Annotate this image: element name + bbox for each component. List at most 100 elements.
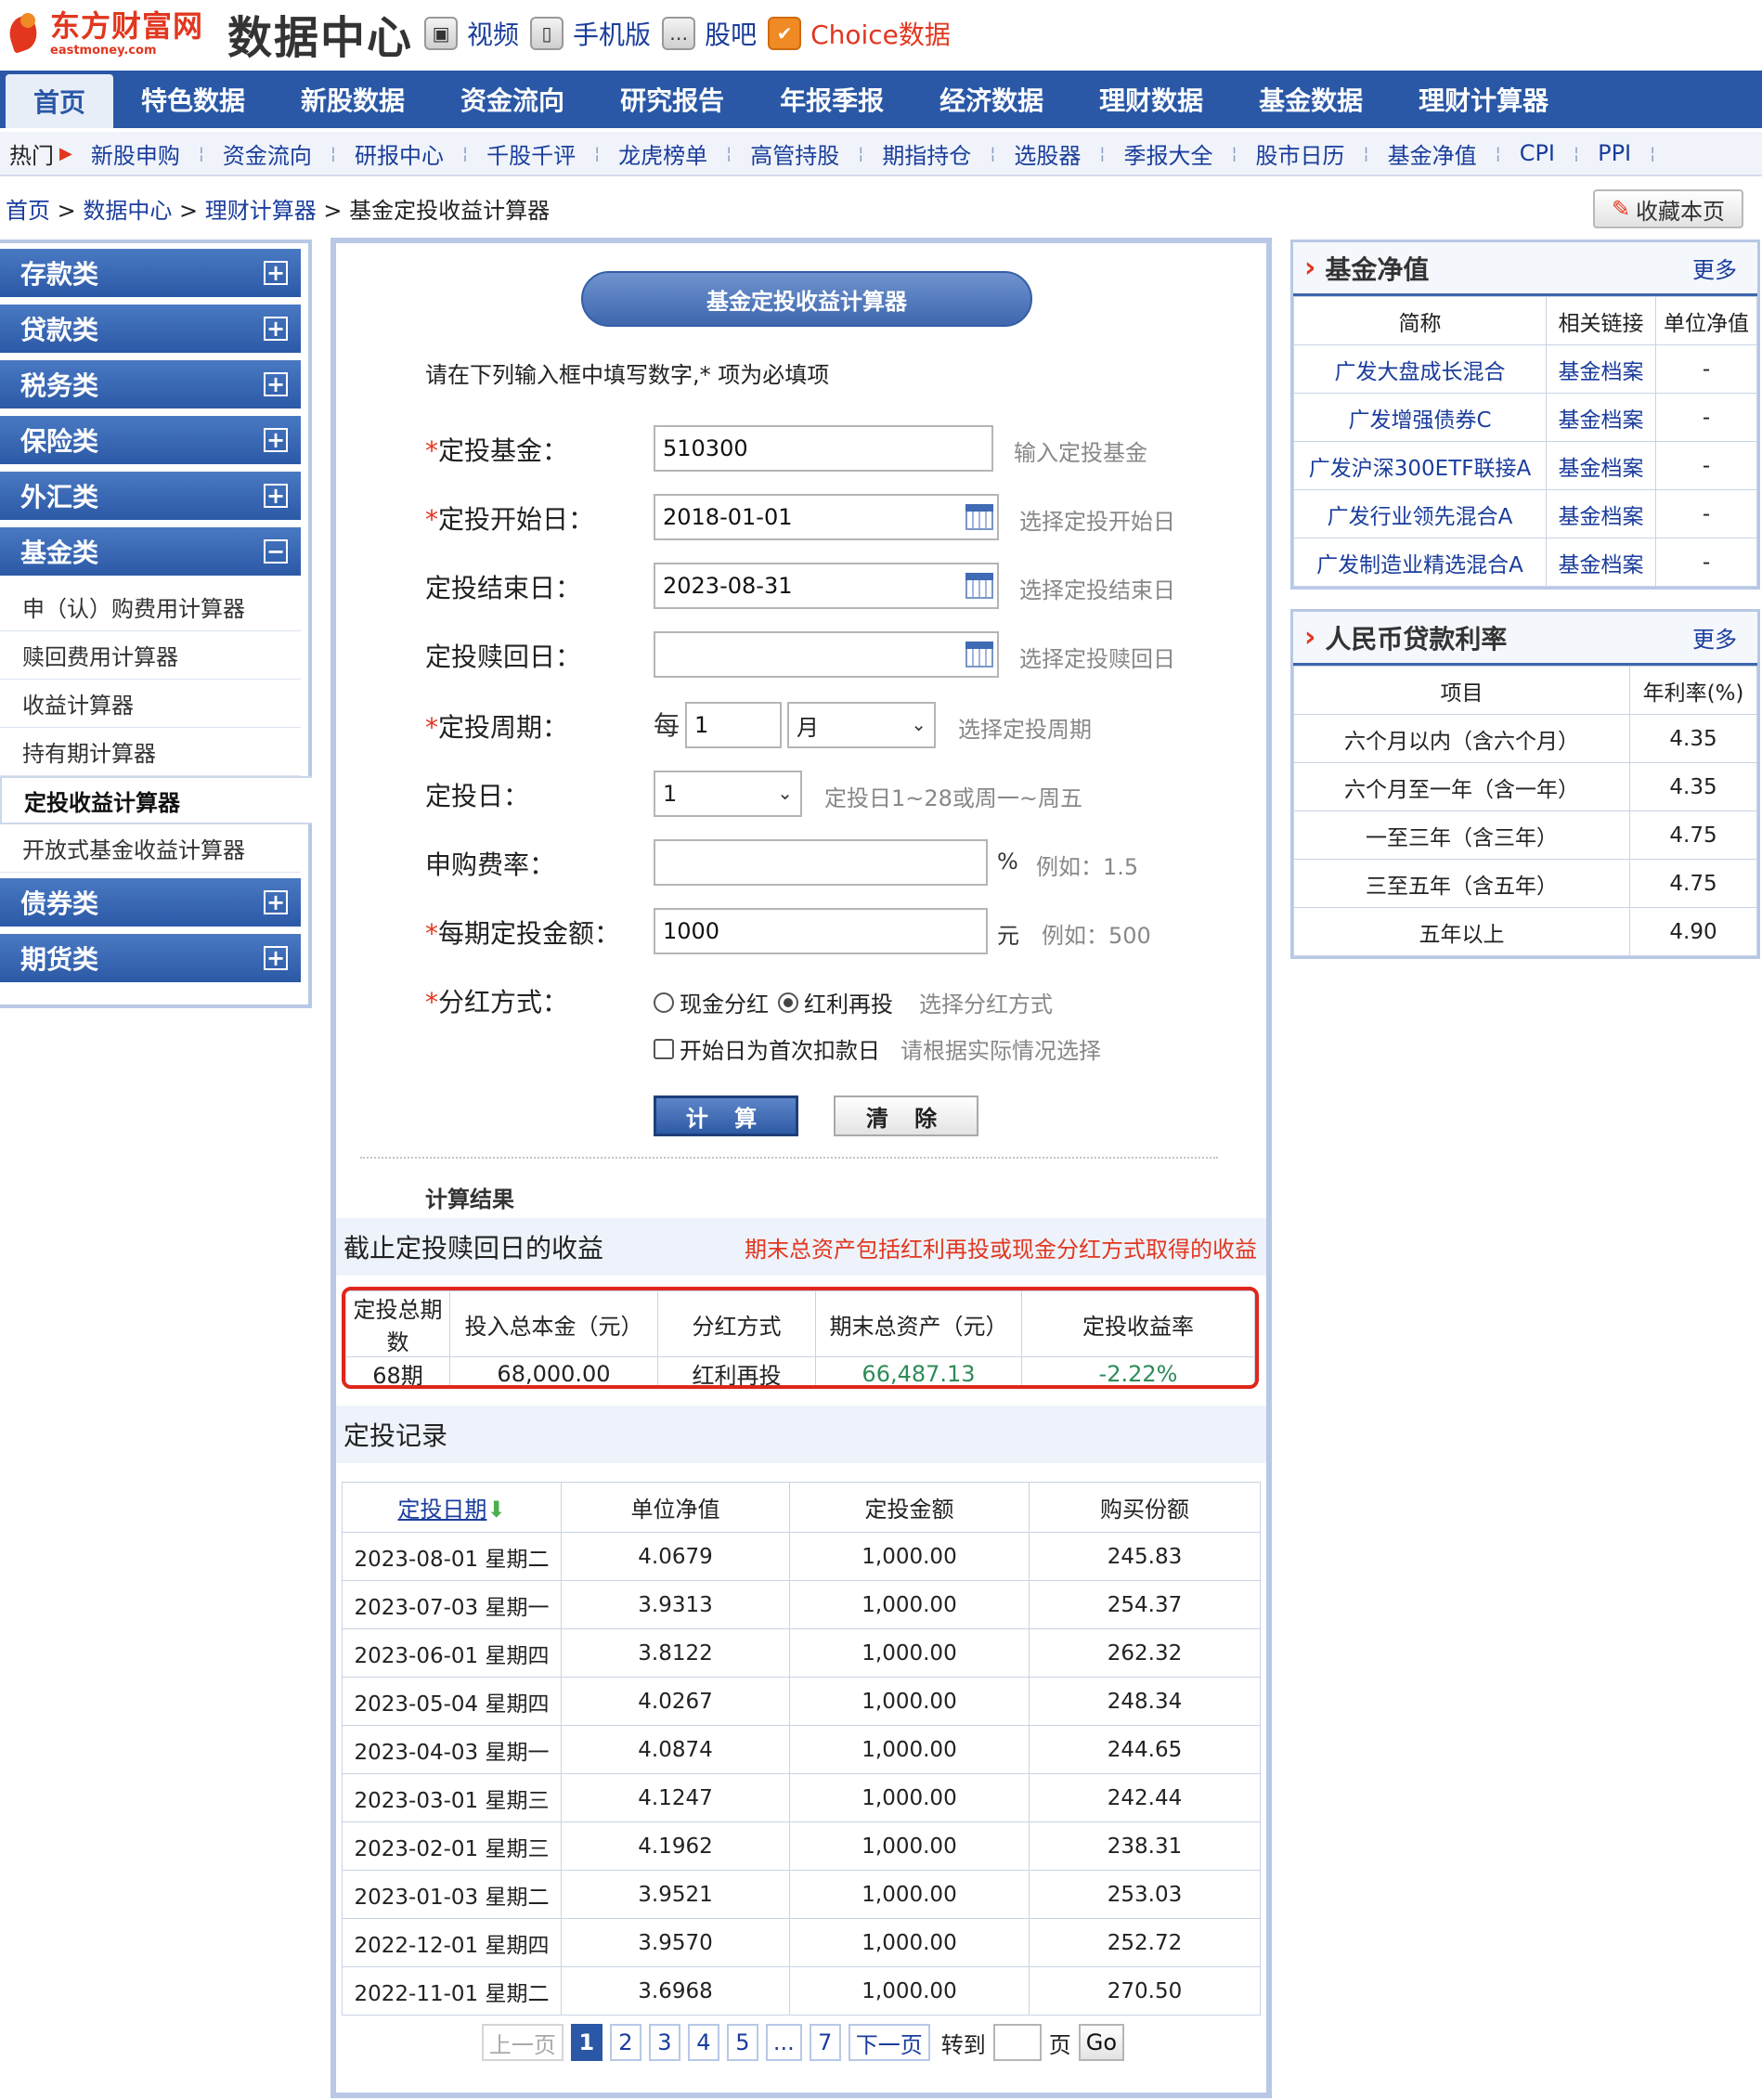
period-count-input[interactable]: 1 [685,702,782,748]
subnav-futures-positions[interactable]: 期指持仓 [863,137,990,170]
sidebar-category-forex[interactable]: 外汇类 + [0,472,301,520]
redeem-date-input[interactable] [654,631,999,678]
choice-link[interactable]: ✔ Choice数据 [768,15,951,52]
expand-icon[interactable]: + [264,317,288,341]
fund-profile-link[interactable]: 基金档案 [1546,489,1656,538]
page-button[interactable]: 5 [726,2024,758,2061]
subnav-capital-flow[interactable]: 资金流向 [204,137,330,170]
nav-economic-data[interactable]: 经济数据 [912,71,1071,128]
nav-calculators[interactable]: 理财计算器 [1391,71,1576,128]
sidebar-category-deposit[interactable]: 存款类 + [0,249,301,297]
period-unit-select[interactable]: 月 ⌄ [787,702,936,748]
subnav-stock-screener[interactable]: 选股器 [995,137,1099,170]
sidebar-category-insurance[interactable]: 保险类 + [0,416,301,464]
page-button[interactable]: 1 [570,2024,602,2061]
nav-research-reports[interactable]: 研究报告 [592,71,752,128]
prev-page-button[interactable]: 上一页 [481,2024,564,2061]
fund-name-link[interactable]: 广发行业领先混合A [1293,489,1547,538]
clear-button[interactable]: 清 除 [834,1095,978,1136]
page-button[interactable]: 4 [687,2024,719,2061]
calendar-icon[interactable] [965,642,993,668]
calendar-icon[interactable] [965,504,993,530]
page-button[interactable]: 3 [648,2024,680,2061]
guba-link[interactable]: … 股吧 [662,15,757,52]
subnav-cpi[interactable]: CPI [1501,140,1574,166]
subnav-stock-review[interactable]: 千股千评 [468,137,594,170]
subnav-quarterly[interactable]: 季报大全 [1105,137,1231,170]
mobile-link[interactable]: ▯ 手机版 [530,15,651,52]
first-deduct-option[interactable]: 开始日为首次扣款日 [654,1032,880,1065]
nav-capital-flow[interactable]: 资金流向 [433,71,592,128]
fund-name-link[interactable]: 广发沪深300ETF联接A [1293,441,1547,490]
start-date-input[interactable]: 2018-01-01 [654,494,999,540]
goto-page-input[interactable] [992,2024,1042,2061]
fund-name-link[interactable]: 广发增强债券C [1293,393,1547,442]
first-deduct-checkbox[interactable] [654,1038,674,1059]
subnav-market-calendar[interactable]: 股市日历 [1237,137,1364,170]
sidebar-category-tax[interactable]: 税务类 + [0,360,301,408]
breadcrumb-home[interactable]: 首页 [6,198,50,224]
dividend-cash-option[interactable]: 现金分红 [654,986,769,1018]
site-logo[interactable]: 东方财富网 eastmoney.com [4,9,203,58]
sidebar-item-redemption-fee[interactable]: 赎回费用计算器 [0,631,301,680]
sidebar-item-return-calc[interactable]: 收益计算器 [0,680,301,728]
page-button[interactable]: 2 [609,2024,641,2061]
expand-icon[interactable]: + [264,946,288,970]
sidebar-category-bond[interactable]: 债券类 + [0,878,301,927]
next-page-button[interactable]: 下一页 [848,2024,930,2061]
invest-day-select[interactable]: 1 ⌄ [654,771,802,817]
nav-ipo-data[interactable]: 新股数据 [273,71,433,128]
fund-profile-link[interactable]: 基金档案 [1546,344,1656,394]
sidebar-item-holding-period[interactable]: 持有期计算器 [0,728,301,776]
sidebar-item-sip-return[interactable]: 定投收益计算器 [0,776,312,824]
fund-name-link[interactable]: 广发制造业精选混合A [1293,538,1547,587]
sidebar-category-loan[interactable]: 贷款类 + [0,305,301,353]
breadcrumb-data-center[interactable]: 数据中心 [83,198,172,224]
fund-nav-more-link[interactable]: 更多 [1692,252,1737,284]
expand-icon[interactable]: + [264,261,288,285]
expand-icon[interactable]: + [264,890,288,914]
nav-wealth-data[interactable]: 理财数据 [1071,71,1231,128]
subnav-ppi[interactable]: PPI [1579,140,1650,166]
fund-input[interactable]: 510300 [654,425,993,472]
breadcrumb-calculators[interactable]: 理财计算器 [205,198,317,224]
date-column-header[interactable]: 定投日期⬇ [342,1482,562,1533]
subnav-dragon-tiger[interactable]: 龙虎榜单 [600,137,726,170]
nav-fund-data[interactable]: 基金数据 [1231,71,1391,128]
bookmark-button[interactable]: ✎ 收藏本页 [1593,189,1743,228]
dividend-reinvest-option[interactable]: 红利再投 [778,986,893,1018]
loan-rate-more-link[interactable]: 更多 [1692,621,1737,654]
final-assets: 66,487.13 [815,1356,1022,1385]
last-page-button[interactable]: 7 [809,2024,841,2061]
collapse-icon[interactable]: − [264,539,288,564]
end-date-input[interactable]: 2023-08-31 [654,563,999,609]
subnav-ipo[interactable]: 新股申购 [72,137,199,170]
expand-icon[interactable]: + [264,372,288,396]
amount-input[interactable]: 1000 [654,908,988,954]
sidebar-category-fund[interactable]: 基金类 − [0,527,301,576]
site-title[interactable]: 数据中心 [227,1,413,66]
calendar-icon[interactable] [965,573,993,599]
nav-featured-data[interactable]: 特色数据 [113,71,273,128]
subnav-research[interactable]: 研报中心 [336,137,462,170]
fund-profile-link[interactable]: 基金档案 [1546,538,1656,587]
expand-icon[interactable]: + [264,428,288,452]
fund-name-link[interactable]: 广发大盘成长混合 [1293,344,1547,394]
sort-down-icon[interactable]: ⬇ [486,1497,505,1523]
fund-profile-link[interactable]: 基金档案 [1546,441,1656,490]
sidebar-item-open-fund-return[interactable]: 开放式基金收益计算器 [0,824,301,873]
expand-icon[interactable]: + [264,484,288,508]
go-button[interactable]: Go [1078,2024,1125,2061]
calculate-button[interactable]: 计 算 [654,1095,798,1136]
radio-cash[interactable] [654,992,674,1013]
sidebar-item-subscription-fee[interactable]: 申（认）购费用计算器 [0,583,301,631]
sidebar-category-futures[interactable]: 期货类 + [0,934,301,982]
nav-annual-reports[interactable]: 年报季报 [752,71,912,128]
subnav-fund-nav[interactable]: 基金净值 [1369,137,1496,170]
fee-rate-input[interactable] [654,839,988,886]
fund-profile-link[interactable]: 基金档案 [1546,393,1656,442]
radio-reinvest[interactable] [778,992,798,1013]
subnav-exec-holdings[interactable]: 高管持股 [732,137,858,170]
video-link[interactable]: ▣ 视频 [424,15,519,52]
nav-home[interactable]: 首页 [6,74,114,128]
